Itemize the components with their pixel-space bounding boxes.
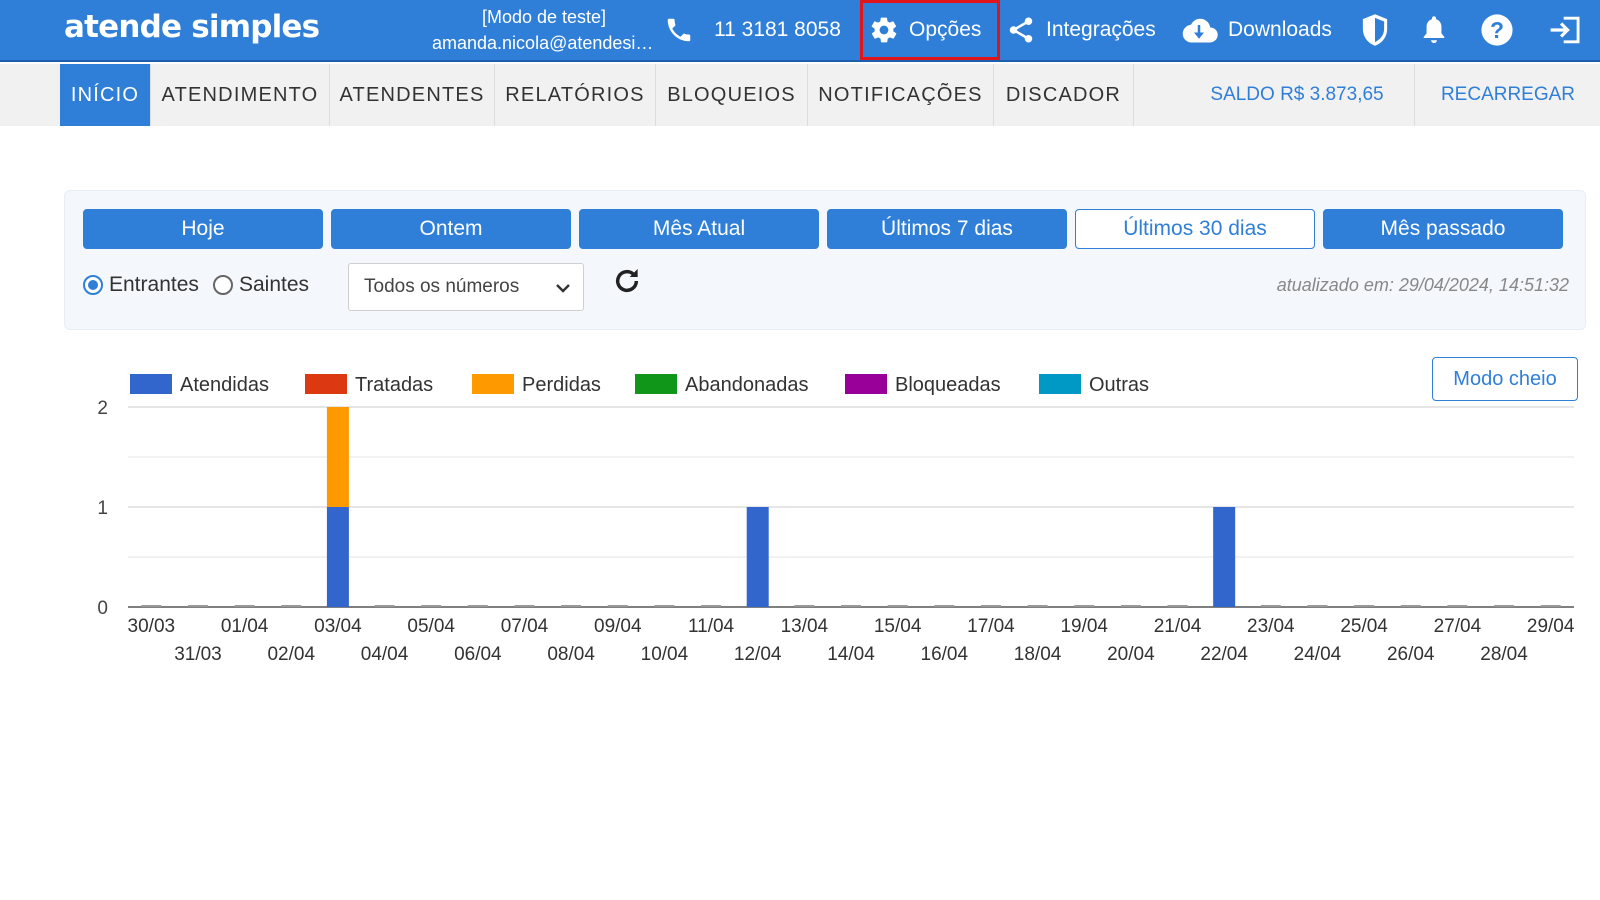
y-tick-label: 2 [97,398,108,419]
x-tick-label: 23/04 [1247,616,1295,637]
legend-label-abandonadas: Abandonadas [685,374,808,396]
full-mode-button[interactable]: Modo cheio [1432,357,1578,401]
bar-atendidas [746,507,769,607]
x-tick-label: 04/04 [361,644,409,665]
x-tick-label: 05/04 [407,616,455,637]
legend-swatch-tratadas [305,374,347,394]
x-tick-label: 13/04 [781,616,829,637]
x-tick-label: 15/04 [874,616,922,637]
calls-chart: 0 1 2 30/03 31/03 01/04 02/04 03/04 04/04 05/04 06… [97,374,1575,665]
x-tick-label: 08/04 [547,644,595,665]
x-tick-label: 21/04 [1154,616,1202,637]
legend-label-perdidas: Perdidas [522,374,601,396]
legend-label-tratadas: Tratadas [355,374,433,396]
legend-swatch-outras [1039,374,1081,394]
legend-label-bloqueadas: Bloqueadas [895,374,1001,396]
y-tick-label: 0 [97,598,108,619]
x-tick-label: 27/04 [1434,616,1482,637]
x-tick-label: 06/04 [454,644,502,665]
x-tick-label: 30/03 [128,616,176,637]
x-tick-label: 10/04 [641,644,689,665]
x-tick-label: 25/04 [1340,616,1388,637]
x-tick-label: 24/04 [1294,644,1342,665]
x-tick-label: 22/04 [1200,644,1248,665]
x-tick-label: 31/03 [174,644,222,665]
x-tick-label: 14/04 [827,644,875,665]
x-tick-label: 20/04 [1107,644,1155,665]
bar-atendidas [326,507,349,607]
x-tick-label: 29/04 [1527,616,1575,637]
x-tick-label: 18/04 [1014,644,1062,665]
bar-atendidas [1213,507,1236,607]
x-tick-label: 01/04 [221,616,269,637]
x-tick-label: 17/04 [967,616,1015,637]
x-tick-label: 11/04 [688,616,735,637]
bar-perdidas [326,407,349,507]
x-tick-label: 07/04 [501,616,549,637]
x-tick-label: 03/04 [314,616,362,637]
legend-swatch-perdidas [472,374,514,394]
x-tick-label: 26/04 [1387,644,1435,665]
legend-label-outras: Outras [1089,374,1149,396]
x-tick-label: 09/04 [594,616,642,637]
legend-swatch-bloqueadas [845,374,887,394]
x-tick-label: 02/04 [267,644,315,665]
legend-swatch-atendidas [130,374,172,394]
x-tick-label: 28/04 [1480,644,1528,665]
y-tick-label: 1 [97,498,108,519]
x-tick-label: 19/04 [1060,616,1108,637]
x-tick-label: 12/04 [734,644,782,665]
legend-label-atendidas: Atendidas [180,374,269,396]
legend-swatch-abandonadas [635,374,677,394]
x-tick-label: 16/04 [921,644,969,665]
